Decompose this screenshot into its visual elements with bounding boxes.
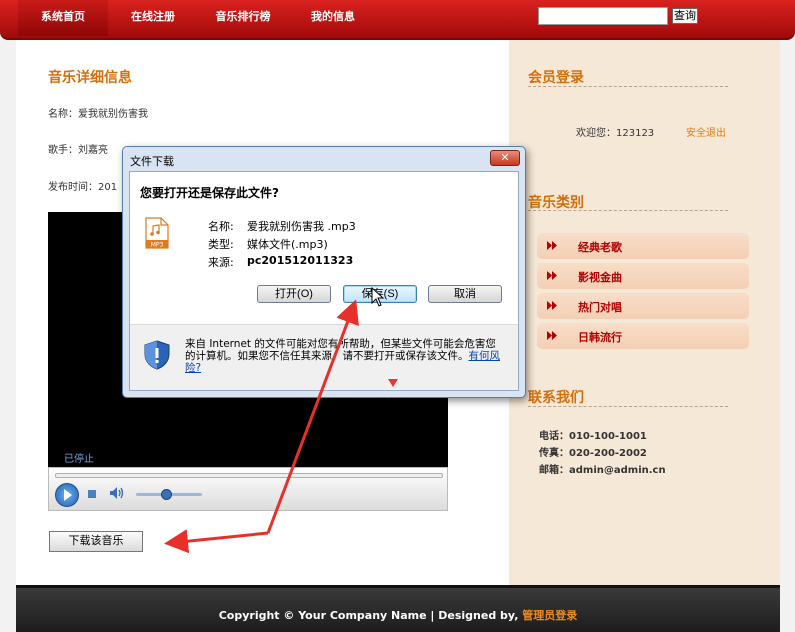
source-label: 来源: <box>208 256 234 269</box>
divider <box>528 210 728 211</box>
double-arrow-icon <box>547 331 557 340</box>
contact-phone: 电话：010-100-1001 <box>539 431 647 442</box>
welcome-text: 欢迎您：123123 <box>576 128 655 139</box>
admin-login-link[interactable]: 管理员登录 <box>522 609 577 622</box>
dialog-body: 您要打开还是保存此文件? MP3 名称: 爱我就别伤害我 .mp3 类型: 媒体… <box>129 171 519 391</box>
login-section-title: 会员登录 <box>528 70 584 86</box>
category-item-film[interactable]: 影视金曲 <box>537 263 749 289</box>
nav-music-ranking[interactable]: 音乐排行榜 <box>198 0 288 36</box>
security-shield-icon <box>144 340 170 370</box>
contact-email: 邮箱：admin@admin.cn <box>539 465 666 476</box>
category-section-title: 音乐类别 <box>528 195 584 211</box>
page-title: 音乐详细信息 <box>48 70 132 86</box>
dialog-titlebar[interactable]: 文件下载 ✕ <box>123 147 525 171</box>
player-status: 已停止 <box>64 454 94 465</box>
cancel-button[interactable]: 取消 <box>428 285 502 303</box>
dialog-warning-area: 来自 Internet 的文件可能对您有所帮助，但某些文件可能会危害您的计算机。… <box>130 325 518 390</box>
nav-my-info[interactable]: 我的信息 <box>290 0 376 36</box>
contact-fax: 传真：020-200-2002 <box>539 448 647 459</box>
dialog-question: 您要打开还是保存此文件? <box>140 186 279 200</box>
nav-home[interactable]: 系统首页 <box>18 0 108 36</box>
search-button[interactable]: 查询 <box>672 8 698 24</box>
top-nav-bar: 系统首页 在线注册 音乐排行榜 我的信息 查询 <box>0 0 795 40</box>
file-icon-label: MP3 <box>151 242 164 249</box>
mp3-file-icon: MP3 <box>145 217 169 249</box>
download-music-button[interactable]: 下载该音乐 <box>49 531 143 552</box>
file-download-dialog: 文件下载 ✕ 您要打开还是保存此文件? MP3 名称: 爱我就别伤害我 .mp3… <box>122 146 526 398</box>
name-label: 名称: <box>208 220 234 233</box>
warning-text: 来自 Internet 的文件可能对您有所帮助，但某些文件可能会危害您的计算机。… <box>185 338 496 362</box>
file-source-value: pc201512011323 <box>247 254 354 267</box>
file-name-value: 爱我就别伤害我 .mp3 <box>247 220 356 233</box>
category-item-classic[interactable]: 经典老歌 <box>537 233 749 259</box>
category-label: 热门对唱 <box>578 301 622 314</box>
logout-link[interactable]: 安全退出 <box>686 124 726 139</box>
footer-text-line: Copyright © Your Company Name | Designed… <box>16 607 780 623</box>
contact-section-title: 联系我们 <box>528 390 584 406</box>
nav-register[interactable]: 在线注册 <box>110 0 196 36</box>
stop-button[interactable] <box>88 490 96 498</box>
double-arrow-icon <box>547 241 557 250</box>
dialog-title: 文件下载 <box>130 155 174 168</box>
category-label: 影视金曲 <box>578 271 622 284</box>
volume-icon[interactable] <box>109 486 125 500</box>
song-name: 名称：爱我就别伤害我 <box>48 109 148 120</box>
footer: Copyright © Your Company Name | Designed… <box>16 585 780 632</box>
double-arrow-icon <box>547 301 557 310</box>
copyright-text: Copyright © Your Company Name | Designed… <box>218 609 519 622</box>
red-marker-triangle <box>388 379 398 387</box>
divider <box>528 86 728 87</box>
category-label: 经典老歌 <box>578 241 622 254</box>
song-publish-date: 发布时间：201 <box>48 182 118 193</box>
double-arrow-icon <box>547 271 557 280</box>
mouse-cursor-icon <box>371 287 385 307</box>
type-label: 类型: <box>208 238 234 251</box>
song-singer: 歌手：刘嘉亮 <box>48 145 108 156</box>
volume-slider-thumb[interactable] <box>160 489 172 500</box>
player-controls <box>48 467 448 511</box>
seek-bar[interactable] <box>55 473 443 478</box>
search-input[interactable] <box>538 7 668 25</box>
category-item-jk-pop[interactable]: 日韩流行 <box>537 323 749 349</box>
file-type-value: 媒体文件(.mp3) <box>247 238 328 251</box>
play-button[interactable] <box>55 483 79 507</box>
security-warning: 来自 Internet 的文件可能对您有所帮助，但某些文件可能会危害您的计算机。… <box>185 338 505 374</box>
category-label: 日韩流行 <box>578 331 622 344</box>
category-item-duet[interactable]: 热门对唱 <box>537 293 749 319</box>
open-button[interactable]: 打开(O) <box>257 285 331 303</box>
dialog-close-button[interactable]: ✕ <box>490 150 520 166</box>
divider <box>528 406 728 407</box>
